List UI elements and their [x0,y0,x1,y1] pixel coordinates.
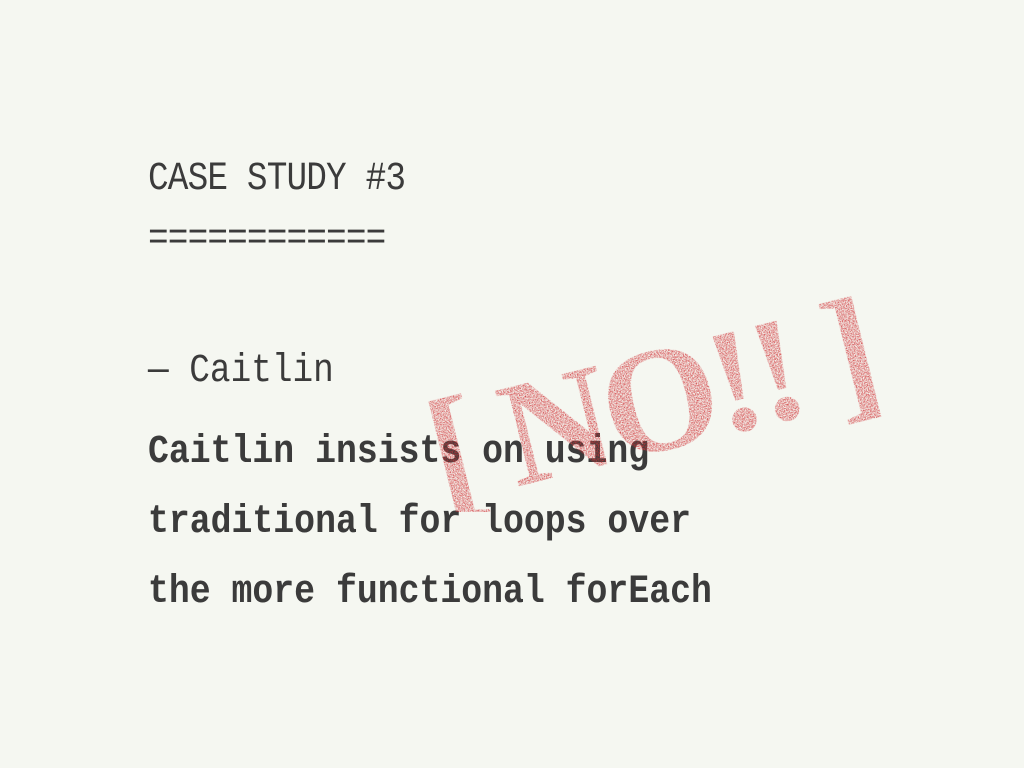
body-line-1: Caitlin insists on using [148,430,650,475]
heading-underline: ============ [148,217,386,262]
case-study-body: Caitlin insists on using traditional for… [148,418,896,628]
author-attribution: — Caitlin [148,349,334,394]
body-line-2: traditional for loops over [148,500,691,545]
body-line-3: the more functional forEach [148,570,712,615]
case-study-heading: CASE STUDY #3 [148,157,406,202]
slide: CASE STUDY #3 ============ — Caitlin Cai… [0,0,1024,768]
